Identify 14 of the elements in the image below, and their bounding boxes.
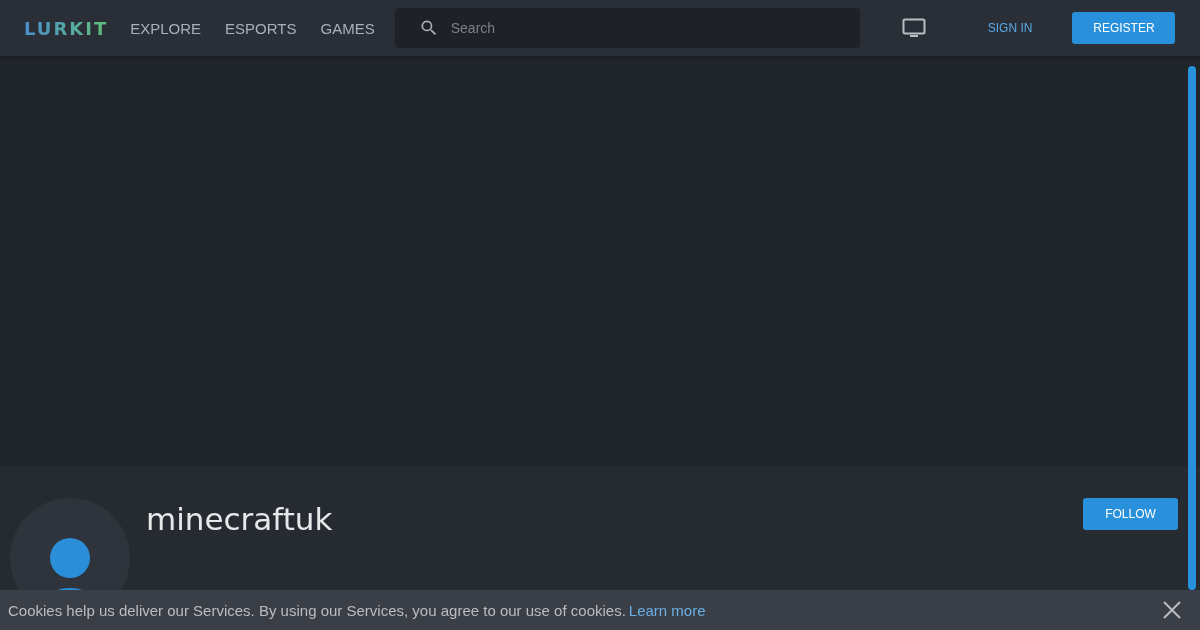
nav-link[interactable]: ESPORTS bbox=[225, 19, 297, 37]
search-field[interactable]: Search bbox=[394, 8, 860, 48]
monitor-icon[interactable] bbox=[901, 18, 926, 38]
nav-link[interactable]: EXPLORE bbox=[130, 19, 202, 37]
username: minecraftuk bbox=[146, 500, 334, 539]
nav-link[interactable]: GAMES bbox=[320, 19, 375, 37]
scrollbar-thumb[interactable] bbox=[1188, 66, 1196, 590]
follow-button[interactable]: FOLLOW bbox=[1083, 498, 1178, 530]
learn-more-link[interactable]: Learn more bbox=[628, 601, 706, 619]
cookie-notice: Cookies help us deliver our Services. By using our Services, you agree to our use of cookies. Learn more bbox=[8, 601, 707, 619]
register-button[interactable]: REGISTER bbox=[1072, 12, 1176, 44]
close-icon[interactable] bbox=[1163, 601, 1181, 619]
sign-in-link[interactable]: SIGN IN bbox=[987, 21, 1033, 35]
search-input[interactable]: Search bbox=[448, 19, 846, 37]
